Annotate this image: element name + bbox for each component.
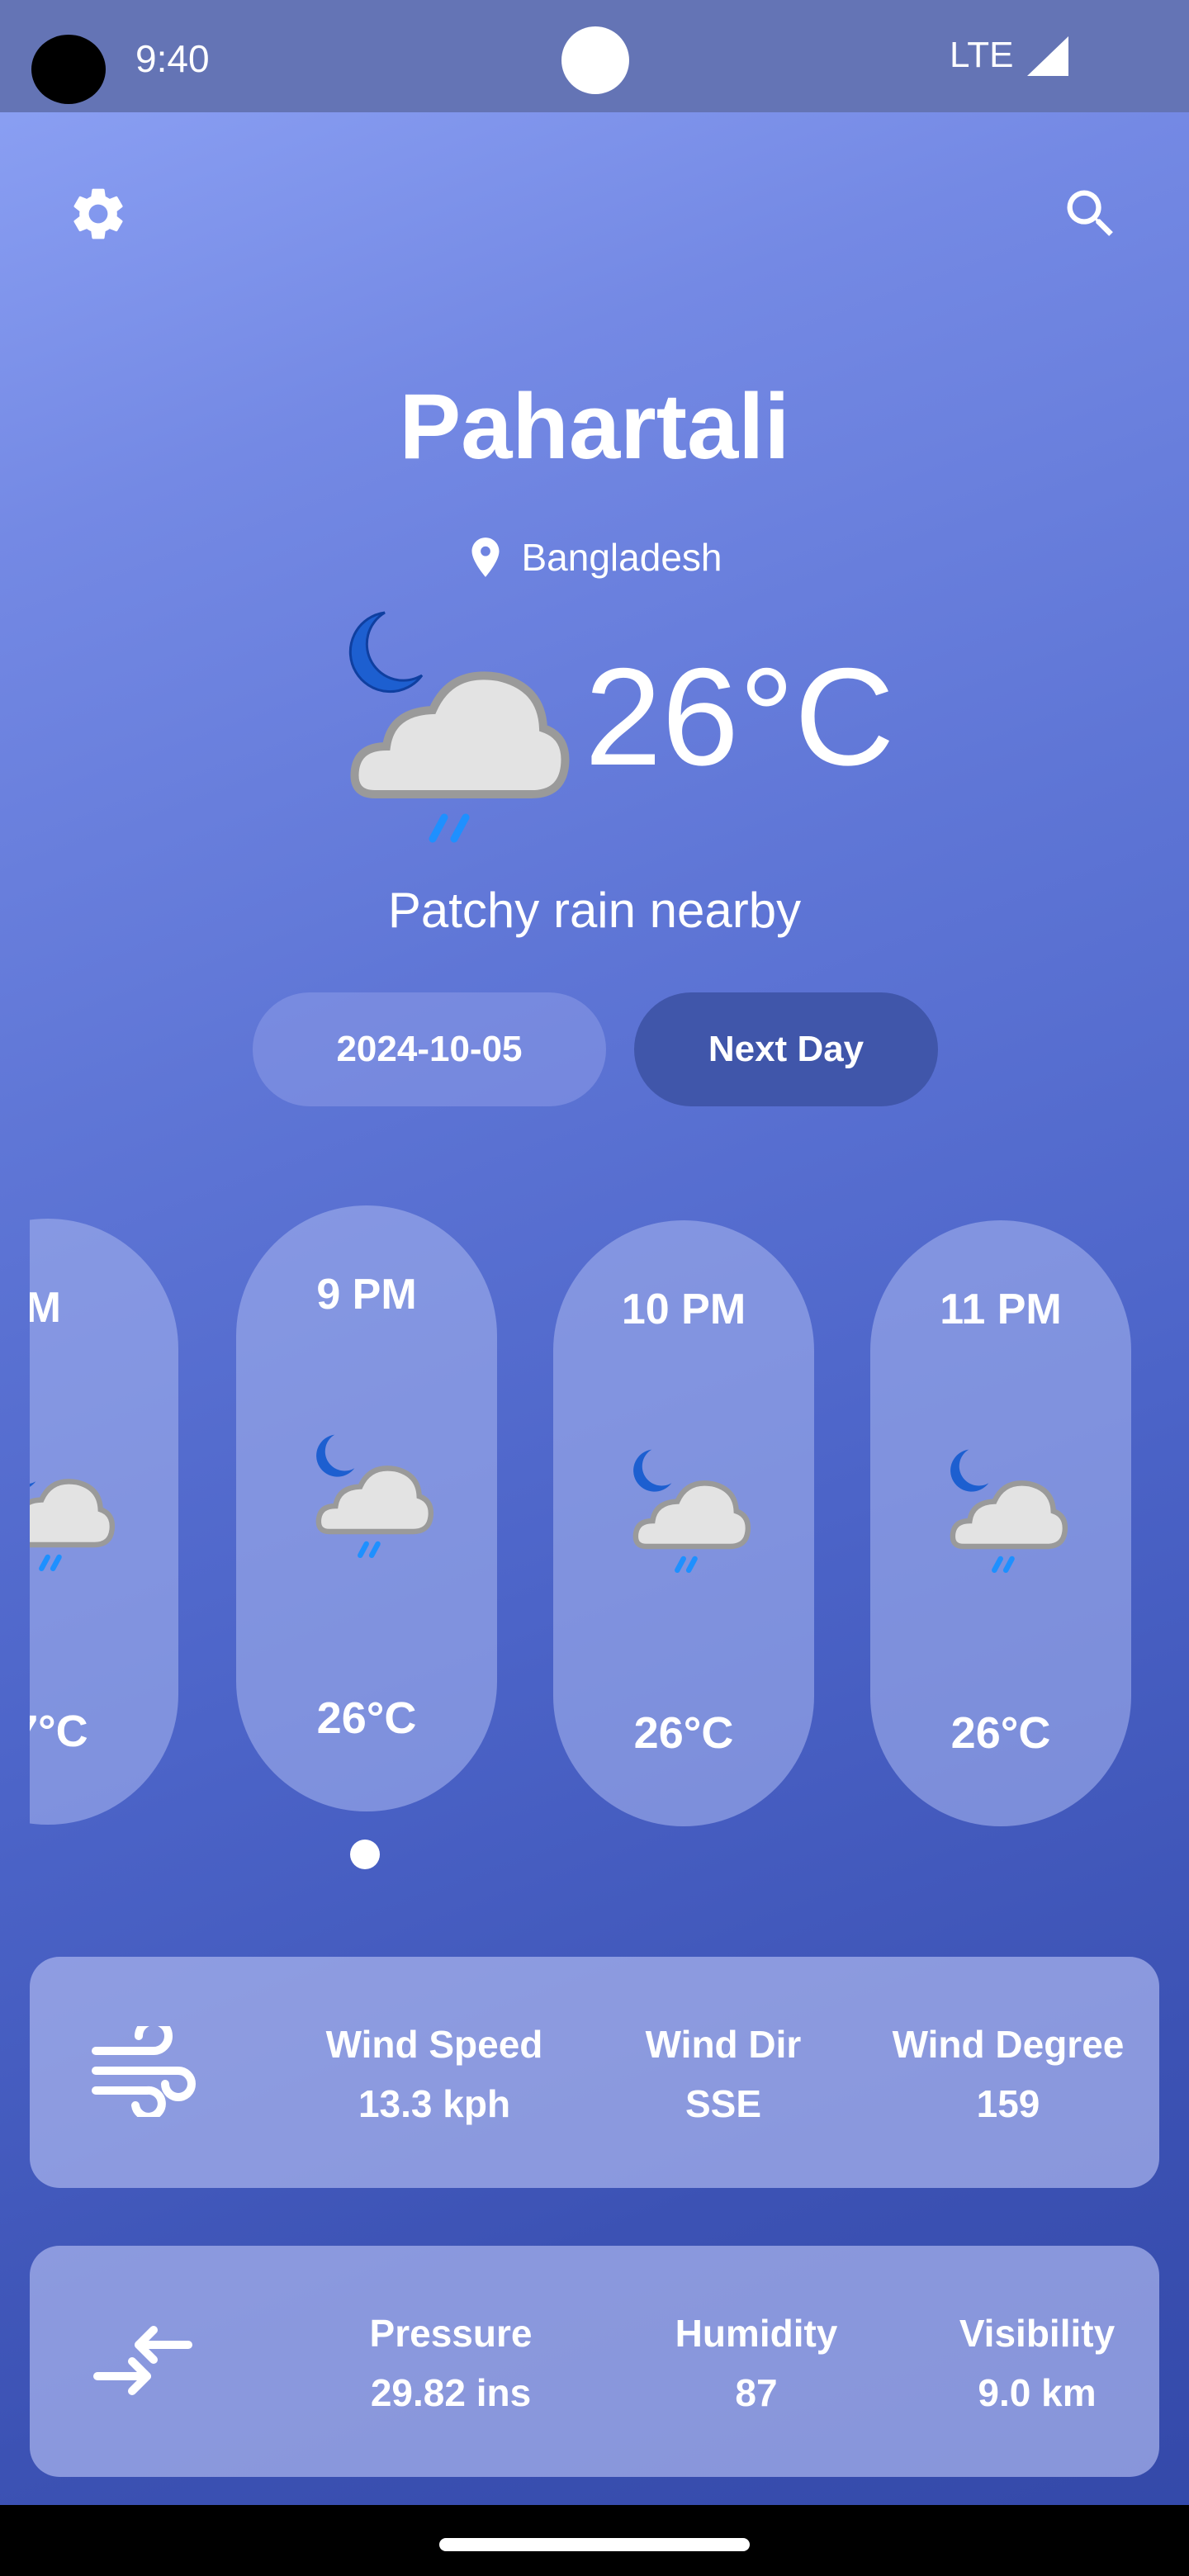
hourly-temp: 26°C xyxy=(950,1708,1051,1758)
night-cloud-rain-icon xyxy=(632,1449,751,1573)
visibility-value: 9.0 km xyxy=(978,2371,1097,2414)
pressure-label: Pressure xyxy=(369,2312,533,2355)
pressure: Pressure 29.82 ins xyxy=(294,2304,608,2422)
night-cloud-rain-icon xyxy=(315,1434,434,1558)
location-pin-icon xyxy=(471,537,499,577)
hourly-temp: 7°C xyxy=(30,1707,88,1756)
humidity: Humidity 87 xyxy=(624,2304,888,2422)
wind-speed-label: Wind Speed xyxy=(325,2023,543,2066)
hourly-time: 9 PM xyxy=(316,1271,417,1319)
network-type: LTE xyxy=(950,35,1014,75)
night-cloud-rain-icon xyxy=(30,1479,116,1571)
hourly-card-9pm[interactable]: 9 PM 26°C xyxy=(236,1205,497,1811)
wind-dir-value: SSE xyxy=(685,2082,762,2125)
camera-cutout xyxy=(31,35,106,104)
hourly-card-partial[interactable]: PM 7°C xyxy=(30,1219,178,1826)
wind-degree-label: Wind Degree xyxy=(892,2023,1125,2066)
hourly-card-11pm[interactable]: 11 PM 26°C xyxy=(870,1220,1131,1826)
search-icon xyxy=(1067,190,1113,236)
wind-dir-label: Wind Dir xyxy=(645,2023,802,2066)
humidity-label: Humidity xyxy=(675,2312,838,2355)
carousel-indicator-dot xyxy=(350,1840,380,1869)
atmosphere-card: Pressure 29.82 ins Humidity 87 Visibilit… xyxy=(30,2246,1159,2477)
wind-degree-value: 159 xyxy=(976,2082,1040,2125)
settings-button[interactable] xyxy=(61,177,135,251)
country-name: Bangladesh xyxy=(521,536,722,579)
weather-condition: Patchy rain nearby xyxy=(387,883,802,938)
city-name: Pahartali xyxy=(399,375,790,478)
hourly-card: PM 7°C xyxy=(30,1219,178,1825)
hourly-temp: 26°C xyxy=(633,1708,734,1758)
country-row: Bangladesh xyxy=(0,535,1189,580)
hourly-time: 11 PM xyxy=(940,1286,1062,1333)
humidity-value: 87 xyxy=(735,2371,778,2414)
hourly-time: PM xyxy=(30,1284,61,1332)
home-handle[interactable] xyxy=(439,2538,750,2551)
weather-screen: 9:40 LTE Pahartali Bangladesh 26°C Patch… xyxy=(0,0,1189,2576)
wind-icon xyxy=(92,2026,196,2117)
hourly-temp: 26°C xyxy=(316,1693,417,1743)
wind-speed-value: 13.3 kph xyxy=(358,2082,511,2125)
date-button[interactable]: 2024-10-05 xyxy=(253,992,606,1106)
search-button[interactable] xyxy=(1054,177,1128,251)
notification-dot xyxy=(561,26,629,94)
pressure-value: 29.82 ins xyxy=(370,2371,532,2414)
status-bar: 9:40 LTE xyxy=(0,0,1189,112)
hourly-time: 10 PM xyxy=(621,1286,746,1333)
wind-speed: Wind Speed 13.3 kph xyxy=(277,2015,591,2133)
navigation-bar xyxy=(0,2505,1189,2576)
gear-icon xyxy=(73,188,123,239)
next-day-button[interactable]: Next Day xyxy=(634,992,938,1106)
night-cloud-rain-icon xyxy=(950,1449,1068,1573)
status-time: 9:40 xyxy=(135,37,210,80)
visibility: Visibility 9.0 km xyxy=(905,2304,1169,2422)
night-cloud-rain-icon xyxy=(348,611,570,843)
signal-icon xyxy=(1027,36,1068,76)
visibility-label: Visibility xyxy=(959,2312,1116,2355)
compress-arrows-icon xyxy=(93,2326,192,2395)
wind-degree: Wind Degree 159 xyxy=(864,2015,1153,2133)
current-temperature: 26°C xyxy=(585,639,895,794)
wind-direction: Wind Dir SSE xyxy=(591,2015,855,2133)
hourly-card-10pm[interactable]: 10 PM 26°C xyxy=(553,1220,814,1826)
wind-card: Wind Speed 13.3 kph Wind Dir SSE Wind De… xyxy=(30,1957,1159,2188)
